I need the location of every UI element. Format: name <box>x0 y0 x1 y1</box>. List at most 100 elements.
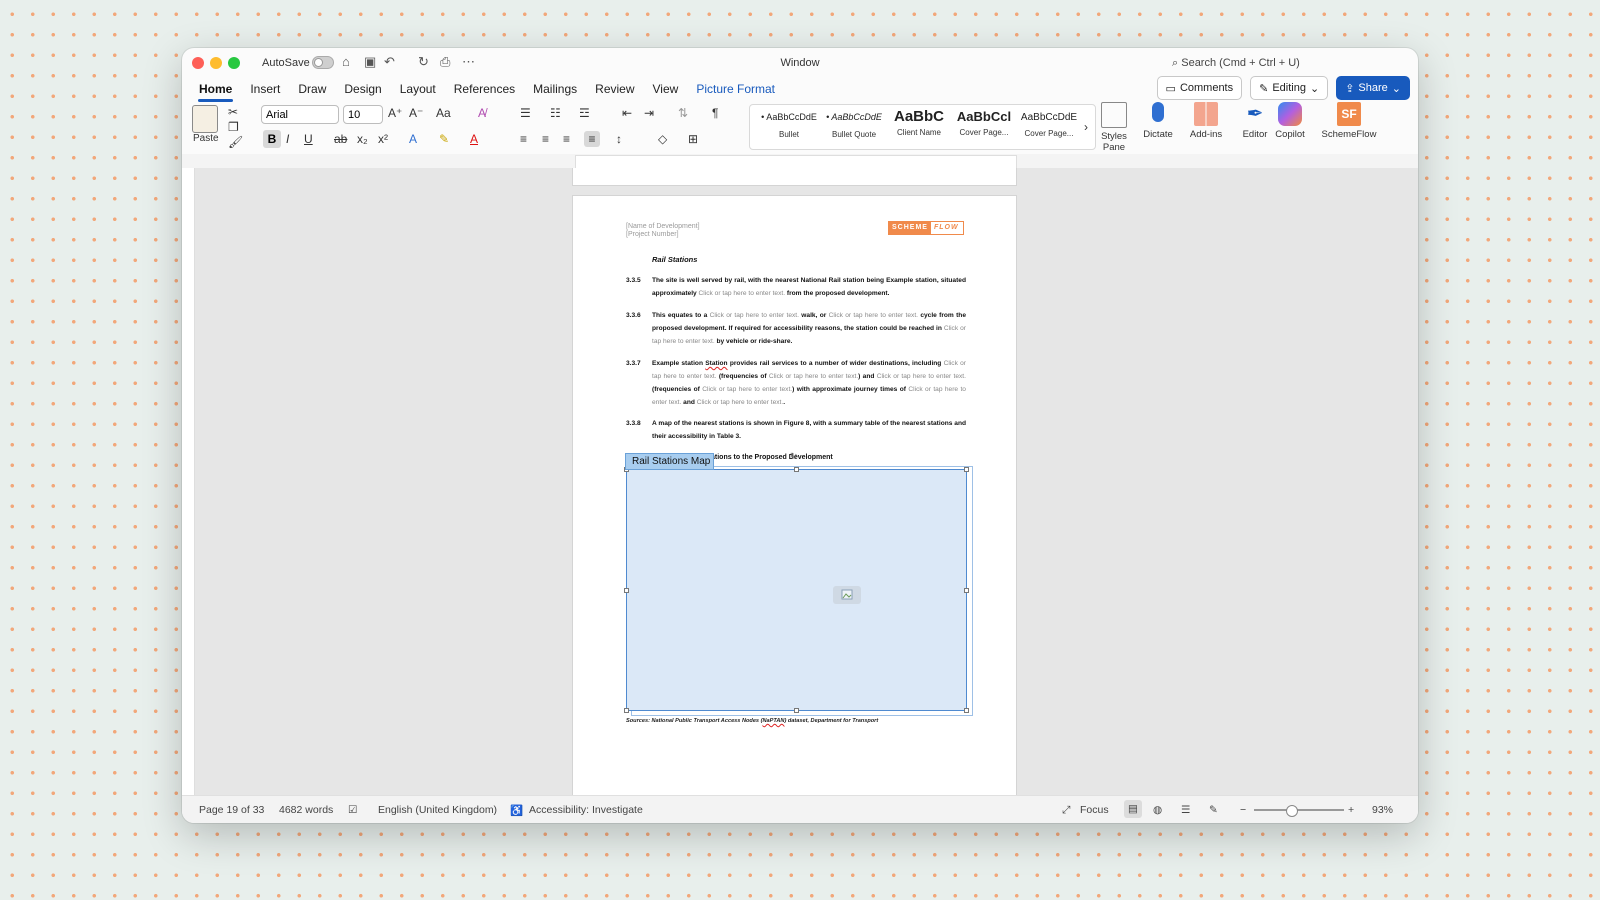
zoom-level[interactable]: 93% <box>1372 804 1393 816</box>
bold-icon[interactable]: B <box>263 130 281 148</box>
share-button[interactable]: ⇪ Share ⌄ <box>1336 76 1410 100</box>
document-canvas[interactable]: [Name of Development] [Project Number] S… <box>195 168 1418 796</box>
resize-handle-w[interactable] <box>624 588 629 593</box>
font-size-select[interactable]: 10 <box>343 105 383 124</box>
copy-icon[interactable]: ❐ <box>228 119 239 135</box>
schemeflow-button[interactable]: SF SchemeFlow <box>1320 102 1378 140</box>
align-center-icon[interactable]: ≡ <box>542 131 549 147</box>
tab-view[interactable]: View <box>644 78 688 100</box>
tab-layout[interactable]: Layout <box>391 78 445 100</box>
page-count[interactable]: Page 19 of 33 <box>199 804 264 816</box>
paragraph-336[interactable]: 3.3.6 This equates to a Click or tap her… <box>626 309 966 349</box>
tab-home[interactable]: Home <box>190 78 241 102</box>
bullets-icon[interactable]: ☰ <box>520 105 531 121</box>
focus-icon[interactable]: ⤢ <box>1062 804 1070 817</box>
decrease-indent-icon[interactable]: ⇤ <box>622 105 632 121</box>
tab-picture-format[interactable]: Picture Format <box>687 78 784 100</box>
accessibility-status[interactable]: Accessibility: Investigate <box>529 804 643 816</box>
resize-handle-s[interactable] <box>794 708 799 713</box>
outline-view-icon[interactable]: ☰ <box>1181 804 1190 816</box>
tab-mailings[interactable]: Mailings <box>524 78 586 100</box>
draft-view-icon[interactable]: ✎ <box>1209 804 1218 816</box>
picture-content-control[interactable] <box>626 469 967 711</box>
resize-handle-ne[interactable] <box>964 467 969 472</box>
justify-icon[interactable]: ≡ <box>584 131 600 147</box>
format-painter-icon[interactable]: 🖌 <box>228 134 243 150</box>
paragraph-number: 3.3.7 <box>626 360 641 367</box>
align-left-icon[interactable]: ≡ <box>520 131 527 147</box>
borders-icon[interactable]: ⊞ <box>688 131 698 147</box>
document-page[interactable]: [Name of Development] [Project Number] S… <box>572 195 1017 796</box>
print-layout-icon[interactable]: ▤ <box>1124 800 1142 818</box>
style-bullet[interactable]: • AaBbCcDdE Bullet <box>758 107 820 147</box>
cut-icon[interactable]: ✂ <box>228 104 238 120</box>
content-control-title-tag[interactable]: Rail Stations Map <box>625 453 715 470</box>
tab-references[interactable]: References <box>445 78 524 100</box>
horizontal-ruler[interactable] <box>182 154 1418 169</box>
zoom-slider-thumb[interactable] <box>1286 805 1298 817</box>
placeholder-text[interactable]: Click or tap here to enter text. <box>710 312 799 319</box>
align-right-icon[interactable]: ≡ <box>563 131 570 147</box>
zoom-in-button[interactable]: + <box>1348 804 1354 816</box>
resize-handle-e[interactable] <box>964 588 969 593</box>
spelling-error[interactable]: NaPTAN <box>762 718 784 724</box>
tab-review[interactable]: Review <box>586 78 643 100</box>
resize-handle-n[interactable] <box>794 467 799 472</box>
search-box[interactable]: ⌕ Search (Cmd + Ctrl + U) <box>1172 57 1300 70</box>
zoom-slider[interactable] <box>1254 809 1344 811</box>
sort-icon[interactable]: ⇅ <box>678 105 688 121</box>
editing-button[interactable]: ✎ Editing ⌄ <box>1250 76 1329 100</box>
style-cover-page-2[interactable]: AaBbCcDdE Cover Page... <box>1018 107 1080 147</box>
shading-icon[interactable]: ◇ <box>658 131 667 147</box>
addins-button[interactable]: Add-ins <box>1186 102 1226 140</box>
spelling-error[interactable]: Station <box>705 360 727 367</box>
placeholder-text[interactable]: Click or tap here to enter text. <box>829 312 918 319</box>
language-status[interactable]: English (United Kingdom) <box>378 804 497 816</box>
underline-icon[interactable]: U <box>304 131 313 147</box>
paste-icon[interactable] <box>192 105 218 133</box>
proofing-icon[interactable]: ☑ <box>348 804 357 816</box>
rotate-handle-icon[interactable]: ↻ <box>790 448 798 464</box>
placeholder-text[interactable]: Click or tap here to enter text. <box>699 290 786 297</box>
subscript-icon[interactable]: x₂ <box>357 131 368 147</box>
font-family-select[interactable]: Arial <box>261 105 339 124</box>
word-count[interactable]: 4682 words <box>279 804 333 816</box>
italic-icon[interactable]: I <box>286 131 289 147</box>
grow-font-icon[interactable]: A⁺ <box>388 105 402 121</box>
style-bullet-quote[interactable]: • AaBbCcDdE Bullet Quote <box>823 107 885 147</box>
tab-insert[interactable]: Insert <box>241 78 289 100</box>
editor-button[interactable]: ✒ Editor <box>1238 102 1272 140</box>
highlight-icon[interactable]: ✎ <box>439 131 449 147</box>
web-layout-icon[interactable]: ◍ <box>1153 804 1162 816</box>
resize-handle-se[interactable] <box>964 708 969 713</box>
paragraph-337[interactable]: 3.3.7 Example station Station provides r… <box>626 357 966 409</box>
multilevel-list-icon[interactable]: ☲ <box>579 105 590 121</box>
text-effects-icon[interactable]: A <box>409 131 417 147</box>
numbering-icon[interactable]: ☷ <box>550 105 561 121</box>
tab-design[interactable]: Design <box>335 78 390 100</box>
zoom-out-button[interactable]: − <box>1240 804 1246 816</box>
style-cover-page-1[interactable]: AaBbCcl Cover Page... <box>953 107 1015 147</box>
clear-formatting-icon[interactable]: A̸ <box>478 105 486 121</box>
paragraph-338[interactable]: 3.3.8 A map of the nearest stations is s… <box>626 417 966 443</box>
comments-button[interactable]: ▭ Comments <box>1156 76 1243 100</box>
copilot-button[interactable]: Copilot <box>1272 102 1308 140</box>
strikethrough-icon[interactable]: ab <box>334 131 347 147</box>
logo-part-2: FLOW <box>933 224 959 231</box>
font-color-icon[interactable]: A <box>470 131 478 147</box>
styles-more-chevron-icon[interactable]: › <box>1084 119 1088 135</box>
paragraph-335[interactable]: 3.3.5 The site is well served by rail, w… <box>626 274 966 300</box>
style-client-name[interactable]: AaBbC Client Name <box>888 107 950 147</box>
vertical-ruler[interactable] <box>182 168 195 796</box>
superscript-icon[interactable]: x² <box>378 131 388 147</box>
dictate-button[interactable]: Dictate <box>1138 102 1178 140</box>
styles-pane-button[interactable]: Styles Pane <box>1097 102 1131 153</box>
line-spacing-icon[interactable]: ↕ <box>616 131 622 147</box>
show-formatting-icon[interactable]: ¶ <box>712 105 718 121</box>
increase-indent-icon[interactable]: ⇥ <box>644 105 654 121</box>
focus-label[interactable]: Focus <box>1080 804 1109 816</box>
change-case-icon[interactable]: Aa <box>436 105 451 121</box>
tab-draw[interactable]: Draw <box>289 78 335 100</box>
shrink-font-icon[interactable]: A⁻ <box>409 105 423 121</box>
resize-handle-sw[interactable] <box>624 708 629 713</box>
